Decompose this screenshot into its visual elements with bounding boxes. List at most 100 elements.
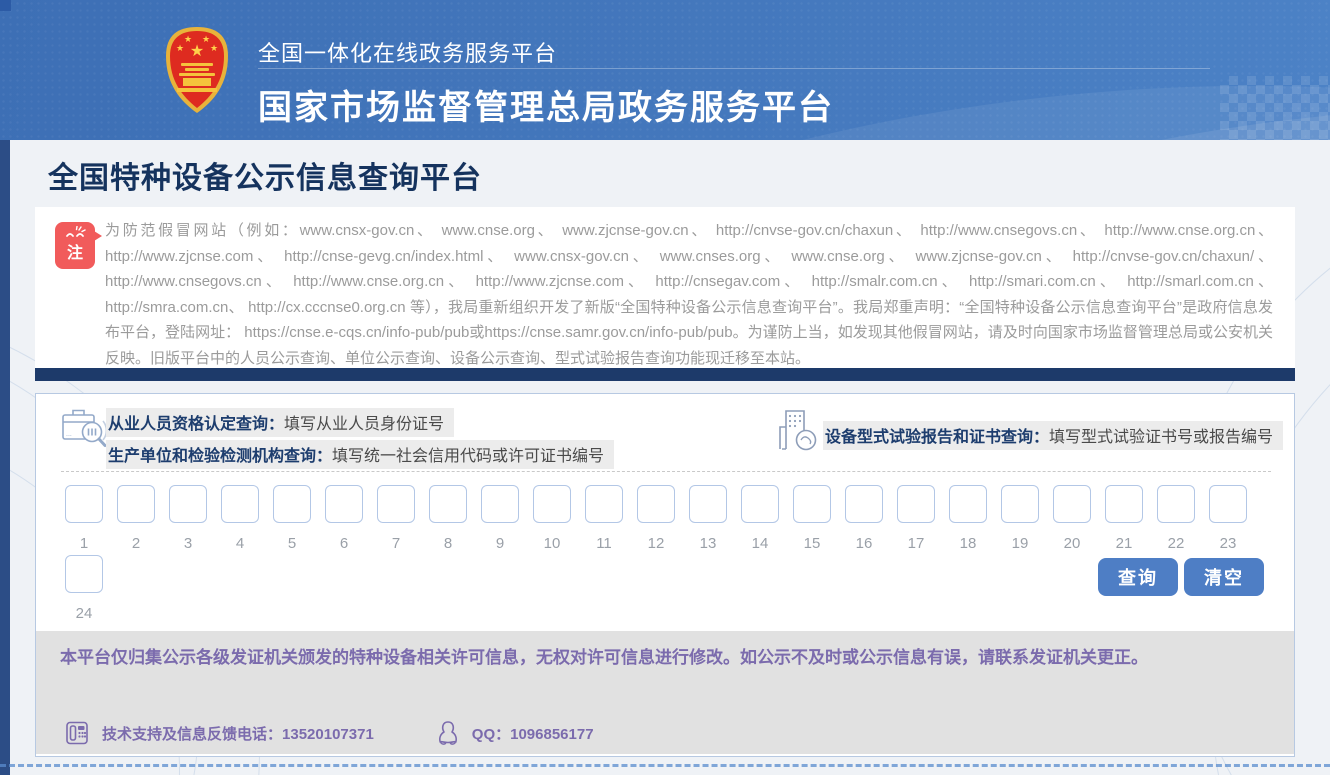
code-cell-number: 24 [76, 605, 93, 622]
clear-button[interactable]: 清空 [1184, 558, 1264, 596]
package-search-icon: ... [61, 406, 109, 450]
query-hints-section: ... 从业人员资格认定查询：填写从业人员身份证号 生产单位和检验检测机构查询：… [36, 394, 1294, 471]
code-cell-number: 5 [288, 535, 296, 552]
svg-text:★: ★ [202, 34, 210, 44]
alert-face-icon [64, 226, 86, 240]
code-cell-number: 1 [80, 535, 88, 552]
svg-text:★: ★ [210, 43, 218, 53]
code-cell-number: 11 [596, 535, 612, 552]
code-cell-input-23[interactable] [1209, 485, 1247, 523]
national-emblem-logo: ★ ★ ★ ★ ★ [163, 26, 231, 114]
code-cell: 15 [793, 485, 831, 552]
code-cell: 4 [221, 485, 259, 552]
code-cell-number: 17 [908, 535, 925, 552]
left-accent-stripe [0, 140, 10, 775]
code-cell-number: 21 [1116, 535, 1133, 552]
code-cell-input-15[interactable] [793, 485, 831, 523]
phone-number: 13520107371 [282, 726, 374, 743]
site-title: 国家市场监督管理总局政务服务平台 [258, 80, 834, 129]
disclaimer-text: 本平台仅归集公示各级发证机关颁发的特种设备相关许可信息，无权对许可信息进行修改。… [60, 644, 1255, 672]
code-cell-number: 14 [752, 535, 769, 552]
panel-footer: 本平台仅归集公示各级发证机关颁发的特种设备相关许可信息，无权对许可信息进行修改。… [36, 631, 1294, 754]
page-title: 全国特种设备公示信息查询平台 [48, 153, 482, 197]
code-cell-number: 20 [1064, 535, 1081, 552]
code-cell: 21 [1105, 485, 1143, 552]
code-cell-number: 19 [1012, 535, 1029, 552]
code-cell-input-19[interactable] [1001, 485, 1039, 523]
code-cell-input-13[interactable] [689, 485, 727, 523]
platform-subtitle: 全国一体化在线政务服务平台 [258, 36, 557, 68]
code-cell-number: 7 [392, 535, 400, 552]
code-cell-number: 3 [184, 535, 192, 552]
code-cell-number: 10 [544, 535, 561, 552]
page: ★ ★ ★ ★ ★ 全国一体化在线政务服务平台 国家市场监督管理总局政务服务平台… [0, 0, 1330, 775]
code-cell: 5 [273, 485, 311, 552]
search-button[interactable]: 查询 [1098, 558, 1178, 596]
hint-unit-query-label: 生产单位和检验检测机构查询： [108, 448, 332, 465]
corner-decoration [0, 0, 11, 11]
code-cell-input-1[interactable] [65, 485, 103, 523]
code-cell-input-8[interactable] [429, 485, 467, 523]
hint-type-test-query: 设备型式试验报告和证书查询：填写型式试验证书号或报告编号 [823, 421, 1283, 450]
notice-badge-label: 注 [55, 245, 95, 263]
code-cell-number: 4 [236, 535, 244, 552]
qq-penguin-icon [436, 719, 460, 747]
code-cell-input-21[interactable] [1105, 485, 1143, 523]
qq-text: QQ：1096856177 [472, 723, 594, 744]
notice-badge-icon: 注 [55, 222, 95, 269]
code-cell: 22 [1157, 485, 1195, 552]
divider-bar [35, 368, 1295, 381]
qq-label: QQ： [472, 726, 510, 743]
code-cell-input-14[interactable] [741, 485, 779, 523]
code-cell: 23 [1209, 485, 1247, 552]
code-cell-input-20[interactable] [1053, 485, 1091, 523]
code-cell: 7 [377, 485, 415, 552]
code-cell-input-17[interactable] [897, 485, 935, 523]
code-cell: 8 [429, 485, 467, 552]
header-mosaic-decoration [1220, 76, 1330, 140]
code-cell-input-3[interactable] [169, 485, 207, 523]
contact-row: 技术支持及信息反馈电话：13520107371 QQ：1096856177 [64, 719, 594, 747]
code-cell-input-9[interactable] [481, 485, 519, 523]
header-divider [258, 68, 1210, 69]
code-cell-input-12[interactable] [637, 485, 675, 523]
code-cells-row1: 1234567891011121314151617181920212223 [65, 485, 1247, 552]
code-cell-number: 12 [648, 535, 665, 552]
code-cell-input-5[interactable] [273, 485, 311, 523]
code-cell: 12 [637, 485, 675, 552]
code-cell-input-2[interactable] [117, 485, 155, 523]
query-panel: ... 从业人员资格认定查询：填写从业人员身份证号 生产单位和检验检测机构查询：… [35, 393, 1295, 757]
hint-unit-query: 生产单位和检验检测机构查询：填写统一社会信用代码或许可证书编号 [106, 440, 614, 469]
svg-text:...: ... [66, 431, 72, 438]
code-cell-input-16[interactable] [845, 485, 883, 523]
action-buttons: 查询 清空 [1098, 558, 1264, 596]
code-cell: 13 [689, 485, 727, 552]
svg-text:★: ★ [176, 43, 184, 53]
qq-number: 1096856177 [510, 726, 593, 743]
code-cell-input-4[interactable] [221, 485, 259, 523]
code-cell-input-24[interactable] [65, 555, 103, 593]
code-cell-input-10[interactable] [533, 485, 571, 523]
code-cell-input-22[interactable] [1157, 485, 1195, 523]
hint-person-query-value: 填写从业人员身份证号 [284, 416, 444, 433]
hint-type-test-query-label: 设备型式试验报告和证书查询： [825, 429, 1049, 446]
code-cell-number: 8 [444, 535, 452, 552]
anti-fake-notice: 注 为防范假冒网站（例如：www.cnsx-gov.cn、 www.cnse.o… [35, 207, 1295, 368]
code-cell-number: 9 [496, 535, 504, 552]
code-cell: 24 [65, 555, 103, 622]
hint-person-query-label: 从业人员资格认定查询： [108, 416, 284, 433]
code-cell-number: 18 [960, 535, 977, 552]
code-cell-input-18[interactable] [949, 485, 987, 523]
code-cell-input-6[interactable] [325, 485, 363, 523]
site-header: ★ ★ ★ ★ ★ 全国一体化在线政务服务平台 国家市场监督管理总局政务服务平台 [0, 0, 1330, 140]
code-cell: 1 [65, 485, 103, 552]
code-cell-input-7[interactable] [377, 485, 415, 523]
code-cell-number: 13 [700, 535, 717, 552]
code-cell-number: 16 [856, 535, 873, 552]
phone-label: 技术支持及信息反馈电话： [102, 726, 282, 743]
code-cell: 19 [1001, 485, 1039, 552]
code-cell: 6 [325, 485, 363, 552]
code-cells-row2: 24 [65, 555, 103, 622]
code-cell-input-11[interactable] [585, 485, 623, 523]
qq-contact: QQ：1096856177 [436, 719, 594, 747]
